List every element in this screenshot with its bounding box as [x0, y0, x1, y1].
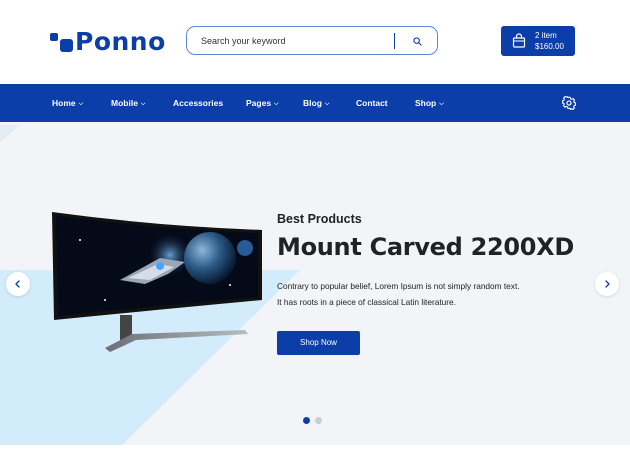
- hero-slider: Best Products Mount Carved 2200XD Contra…: [0, 122, 630, 445]
- cart-button[interactable]: 2 item $160.00: [501, 26, 575, 56]
- slider-prev-button[interactable]: [6, 272, 30, 296]
- search-divider: [394, 33, 395, 49]
- search-input[interactable]: [201, 33, 381, 49]
- monitor-product-image: [52, 212, 262, 352]
- chevron-down-icon: ⌵: [274, 101, 279, 107]
- search-icon: [412, 36, 422, 46]
- chevron-down-icon: ⌵: [324, 101, 330, 107]
- hero-subtitle: Best Products: [277, 212, 362, 226]
- hero-description-line: Contrary to popular belief, Lorem Ipsum …: [277, 281, 520, 291]
- slider-dot-active[interactable]: [303, 417, 310, 424]
- logo[interactable]: Ponno: [50, 28, 166, 56]
- nav-item-accessories[interactable]: Accessories: [173, 84, 223, 122]
- chevron-down-icon: ⌵: [140, 101, 146, 107]
- chevron-right-icon: [605, 280, 610, 288]
- hero-description: Contrary to popular belief, Lorem Ipsum …: [277, 278, 547, 310]
- nav-item-label: Blog: [303, 98, 322, 108]
- nav-item-label: Mobile: [111, 98, 138, 108]
- chevron-down-icon: ⌵: [439, 101, 444, 107]
- cart-item-count: 2 item: [535, 31, 557, 40]
- nav-item-pages[interactable]: Pages ⌵: [246, 84, 279, 122]
- logo-text: Ponno: [75, 27, 166, 56]
- nav-item-mobile[interactable]: Mobile ⌵: [111, 84, 145, 122]
- slider-next-button[interactable]: [595, 272, 619, 296]
- nav-item-label: Accessories: [173, 98, 224, 108]
- nav-item-home[interactable]: Home ⌵: [52, 84, 83, 122]
- nav-item-label: Pages: [246, 98, 272, 108]
- logo-mark-icon: [50, 31, 74, 53]
- nav-item-blog[interactable]: Blog ⌵: [303, 84, 329, 122]
- site-header: Ponno 2 item $160.00: [0, 0, 630, 84]
- hero-description-line: It has roots in a piece of classical Lat…: [277, 297, 456, 307]
- nav-item-contact[interactable]: Contact: [356, 84, 388, 122]
- nav-item-shop[interactable]: Shop ⌵: [415, 84, 444, 122]
- search-button[interactable]: [409, 33, 425, 49]
- gear-icon[interactable]: [562, 96, 576, 110]
- shop-now-button[interactable]: Shop Now: [277, 331, 360, 355]
- cart-total: $160.00: [535, 42, 564, 51]
- cart-summary: 2 item $160.00: [535, 30, 564, 52]
- slider-dot[interactable]: [315, 417, 322, 424]
- chevron-down-icon: ⌵: [78, 101, 84, 107]
- nav-item-label: Shop: [415, 98, 437, 108]
- nav-item-label: Home: [52, 98, 76, 108]
- nav-item-label: Contact: [356, 98, 388, 108]
- chevron-left-icon: [15, 280, 20, 288]
- shopping-bag-icon: [512, 33, 526, 48]
- main-nav: Home ⌵ Mobile ⌵ Accessories Pages ⌵ Blog ⌵ C…: [0, 84, 630, 122]
- hero-title: Mount Carved 2200XD: [277, 233, 574, 261]
- search-bar: [186, 26, 438, 55]
